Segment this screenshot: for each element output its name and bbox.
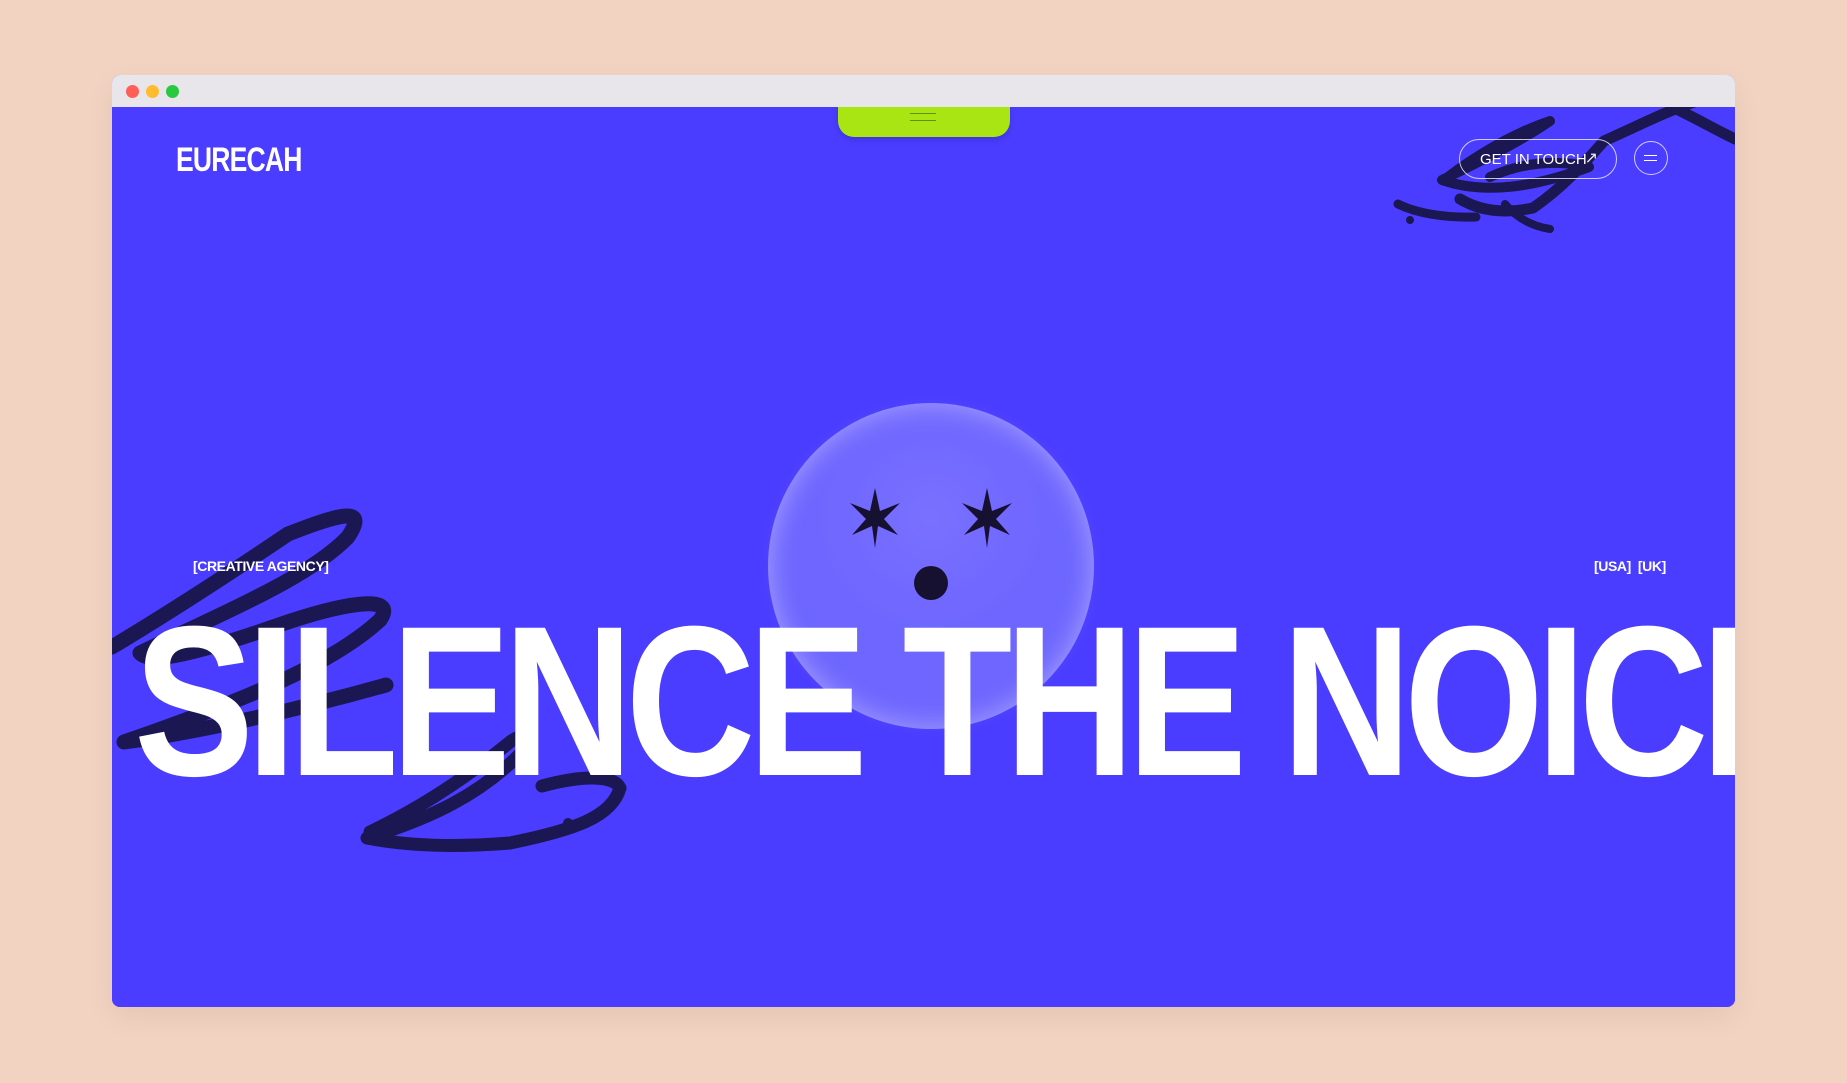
close-window-button[interactable] bbox=[126, 85, 139, 98]
brand-logo[interactable]: EURECAH bbox=[176, 141, 302, 180]
minimize-window-button[interactable] bbox=[146, 85, 159, 98]
region-tags: [USA] [UK] bbox=[1594, 558, 1666, 574]
window-titlebar bbox=[112, 75, 1735, 107]
top-menu-tab[interactable] bbox=[838, 107, 1010, 137]
region-tag-uk[interactable]: [UK] bbox=[1638, 558, 1666, 574]
menu-icon bbox=[1644, 155, 1657, 161]
hero-section: EURECAH GET IN TOUCH ↗ [CREATIVE AGENCY]… bbox=[112, 107, 1735, 1007]
hero-headline: SILENCE THE NOICE bbox=[134, 582, 1735, 821]
get-in-touch-button[interactable]: GET IN TOUCH ↗ bbox=[1459, 139, 1617, 179]
menu-lines-icon bbox=[910, 113, 936, 121]
menu-button[interactable] bbox=[1634, 141, 1668, 175]
get-in-touch-label: GET IN TOUCH bbox=[1480, 150, 1587, 168]
creative-agency-tag: [CREATIVE AGENCY] bbox=[193, 558, 329, 574]
maximize-window-button[interactable] bbox=[166, 85, 179, 98]
region-tag-usa[interactable]: [USA] bbox=[1594, 558, 1631, 574]
browser-window: EURECAH GET IN TOUCH ↗ [CREATIVE AGENCY]… bbox=[112, 75, 1735, 1007]
arrow-up-right-icon: ↗ bbox=[1584, 150, 1598, 167]
